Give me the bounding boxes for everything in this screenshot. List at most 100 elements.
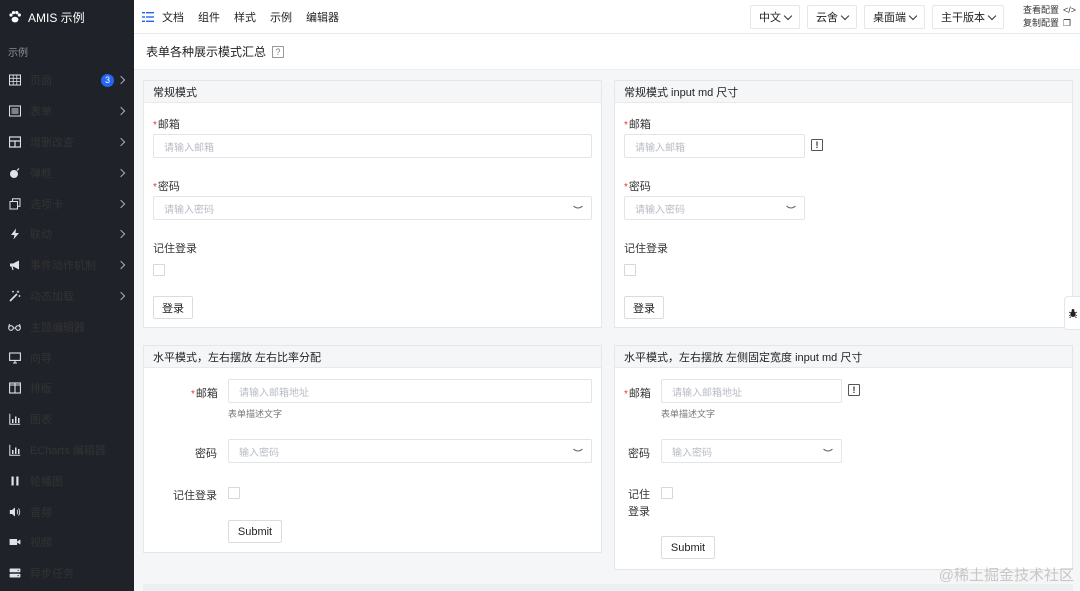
sidebar-item[interactable]: 异步任务 [0,558,134,589]
sidebar-item[interactable]: 选项卡 [0,188,134,219]
required-mark: * [153,182,157,193]
sidebar-item[interactable]: 音频 [0,496,134,527]
top-link-components[interactable]: 组件 [198,9,220,25]
chart-icon [8,413,21,426]
menu-toggle-icon[interactable] [142,11,154,23]
sidebar-item-label: 图表 [30,414,52,427]
remember-checkbox[interactable] [153,264,165,276]
remember-checkbox[interactable] [228,487,240,499]
top-link-docs[interactable]: 文档 [162,9,184,25]
remember-label: 记住登录 [173,490,217,502]
password-input[interactable]: 请输入密码 [153,196,592,220]
eye-closed-icon[interactable] [573,205,583,211]
info-icon[interactable]: ! [811,139,823,151]
email-description: 表单描述文字 [228,409,283,419]
panel-title: 常规模式 [144,81,601,103]
sidebar-item-label: 轮播图 [30,475,63,488]
password-input[interactable]: 输入密码 [228,439,592,463]
language-select[interactable]: 中文 [749,5,800,29]
app-brand[interactable]: AMIS 示例 [0,0,134,34]
sidebar-item[interactable]: 联动 [0,219,134,250]
language-select-value: 中文 [758,12,781,24]
sidebar-item[interactable]: 主题编辑器 [0,311,134,342]
sidebar-item[interactable]: 弹框 [0,157,134,188]
email-label-text: 邮箱 [628,119,651,131]
sidebar-item[interactable]: 事件动作机制 [0,250,134,281]
remember-checkbox[interactable] [661,487,673,499]
email-label: *邮箱 [191,385,218,401]
panel-title: 水平模式，左右摆放 左侧固定宽度 input md 尺寸 [615,346,1072,368]
panel-title: 常规模式 input md 尺寸 [615,81,1072,103]
video-icon [8,536,21,549]
sidebar-item[interactable]: 排版 [0,373,134,404]
sidebar-item[interactable]: ECharts 编辑器 [0,435,134,466]
list-icon [8,105,21,118]
view-config-button[interactable]: 查看配置 </> [1023,4,1076,17]
email-input[interactable]: 请输入邮箱地址 [661,379,842,403]
sidebar-item[interactable]: 动态加载 [0,281,134,312]
eye-closed-icon[interactable] [823,448,833,454]
bolt-icon [8,228,21,241]
device-select[interactable]: 桌面端 [863,5,925,29]
grid-icon [8,135,21,148]
password-input[interactable]: 输入密码 [661,439,842,463]
chevron-right-icon [116,137,126,147]
password-label: *密码 [624,178,651,194]
info-icon[interactable]: ! [848,384,860,396]
theme-select[interactable]: 云舍 [806,5,857,29]
sidebar-item[interactable]: 向导 [0,342,134,373]
bug-report-tab[interactable] [1064,296,1080,330]
remember-checkbox[interactable] [624,264,636,276]
topbar-right: 中文 云舍 桌面端 主干版本 查看配置 </> 复制配置 ❐ [749,0,1080,34]
chevron-down-icon [840,11,850,20]
email-label-text: 邮箱 [628,388,651,400]
columns-icon [8,382,21,395]
required-mark: * [191,389,195,400]
submit-button[interactable]: Submit [661,536,715,559]
chevron-right-icon [116,291,126,301]
login-button[interactable]: 登录 [153,296,193,319]
sidebar-item-label: 弹框 [30,167,52,180]
login-button[interactable]: 登录 [624,296,664,319]
pause-icon [8,474,21,487]
count-badge: 3 [101,73,114,87]
sidebar-item-label: 页面 [30,75,52,88]
sidebar-item[interactable]: 视频 [0,527,134,558]
sidebar: AMIS 示例 示例 页面 3 表单 增删改查 弹框 选项卡 联动 事件动作机制 动态加载 主题编… [0,0,134,591]
top-link-editor[interactable]: 编辑器 [306,9,339,25]
eye-closed-icon[interactable] [573,448,583,454]
password-placeholder: 请输入密码 [164,204,214,216]
sidebar-item[interactable]: 页面 3 [0,65,134,96]
eye-closed-icon[interactable] [786,205,796,211]
sidebar-item[interactable]: 轮播图 [0,465,134,496]
sidebar-item[interactable]: 图表 [0,404,134,435]
email-input[interactable]: 请输入邮箱 [153,134,592,158]
sidebar-item[interactable]: 增删改查 [0,127,134,158]
clone-icon [8,197,21,210]
config-actions: 查看配置 </> 复制配置 ❐ [1023,4,1076,30]
chevron-right-icon [116,106,126,116]
sidebar-item[interactable]: 表单 [0,96,134,127]
top-link-styles[interactable]: 样式 [234,9,256,25]
email-input[interactable]: 请输入邮箱 [624,134,805,158]
app-title: AMIS 示例 [28,10,85,25]
copy-icon: ❐ [1062,18,1072,28]
email-label: *邮箱 [624,385,651,401]
version-select[interactable]: 主干版本 [931,5,1004,29]
sidebar-item-label: 联动 [30,229,52,242]
bullhorn-icon [8,259,21,272]
top-link-examples[interactable]: 示例 [270,9,292,25]
bug-icon [1068,309,1077,318]
sidebar-item-label: 异步任务 [30,568,74,581]
desktop-icon [8,351,21,364]
submit-button[interactable]: Submit [228,520,282,543]
sidebar-item-label: 向导 [30,352,52,365]
help-icon[interactable]: ? [272,45,285,58]
email-input[interactable]: 请输入邮箱地址 [228,379,592,403]
password-input[interactable]: 请输入密码 [624,196,805,220]
chevron-right-icon [116,76,126,85]
password-label: 密码 [195,448,217,460]
panel-normal-md: 常规模式 input md 尺寸 *邮箱 请输入邮箱 ! *密码 请输入密码 记… [614,80,1073,328]
copy-config-button[interactable]: 复制配置 ❐ [1023,17,1076,30]
email-label-text: 邮箱 [195,388,218,400]
